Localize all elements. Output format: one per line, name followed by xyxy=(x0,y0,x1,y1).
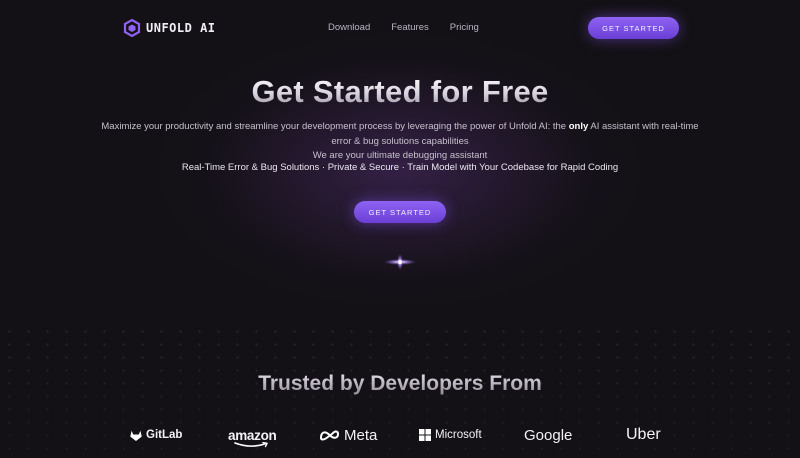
logo-google: Google xyxy=(524,423,572,447)
logo-meta: Meta xyxy=(319,423,377,447)
uber-wordmark: Uber xyxy=(626,426,661,443)
nav-get-started-button[interactable]: GET STARTED xyxy=(588,17,679,39)
logo-uber: Uber xyxy=(626,423,661,447)
gitlab-fox-icon xyxy=(130,430,142,441)
meta-wordmark: Meta xyxy=(344,426,378,444)
trusted-heading: Trusted by Developers From xyxy=(0,372,800,396)
landing-page: UNFOLD AI Download Features Pricing GET … xyxy=(0,0,800,458)
hero-title: Get Started for Free xyxy=(0,74,800,110)
amazon-wordmark: amazon xyxy=(228,427,277,443)
nav-link-pricing[interactable]: Pricing xyxy=(450,22,479,33)
sparkle-glow-icon xyxy=(384,254,416,270)
logo-amazon: amazon xyxy=(228,423,277,447)
hero-subtitle-start: Maximize your productivity and streamlin… xyxy=(101,121,569,132)
logo-microsoft: Microsoft xyxy=(419,423,482,447)
microsoft-wordmark: Microsoft xyxy=(435,429,482,441)
top-navbar: UNFOLD AI Download Features Pricing GET … xyxy=(0,0,800,56)
microsoft-grid-icon xyxy=(419,429,431,441)
nav-link-features[interactable]: Features xyxy=(391,22,429,33)
unfold-hexagon-icon xyxy=(123,19,141,37)
hero-tagline: We are your ultimate debugging assistant xyxy=(312,150,488,161)
hero-subtitle-emphasis: only xyxy=(568,121,589,132)
hero-feature-list: Real-Time Error & Bug Solutions · Privat… xyxy=(181,162,619,173)
nav-links: Download Features Pricing xyxy=(328,22,479,33)
google-wordmark: Google xyxy=(524,426,573,444)
hero-get-started-button[interactable]: GET STARTED xyxy=(354,201,446,223)
meta-infinity-icon xyxy=(319,430,340,441)
brand-logo[interactable]: UNFOLD AI xyxy=(123,19,216,37)
hero-subtitle: Maximize your productivity and streamlin… xyxy=(100,120,700,164)
logo-gitlab: GitLab xyxy=(130,423,182,447)
gitlab-wordmark: GitLab xyxy=(146,429,183,441)
nav-link-download[interactable]: Download xyxy=(328,22,370,33)
amazon-wordmark-wrap: amazon xyxy=(228,427,277,447)
amazon-smile-icon xyxy=(234,441,269,447)
company-logos: GitLab amazon Meta Microsoft Google Uber xyxy=(0,423,800,447)
brand-name: UNFOLD AI xyxy=(146,21,216,35)
